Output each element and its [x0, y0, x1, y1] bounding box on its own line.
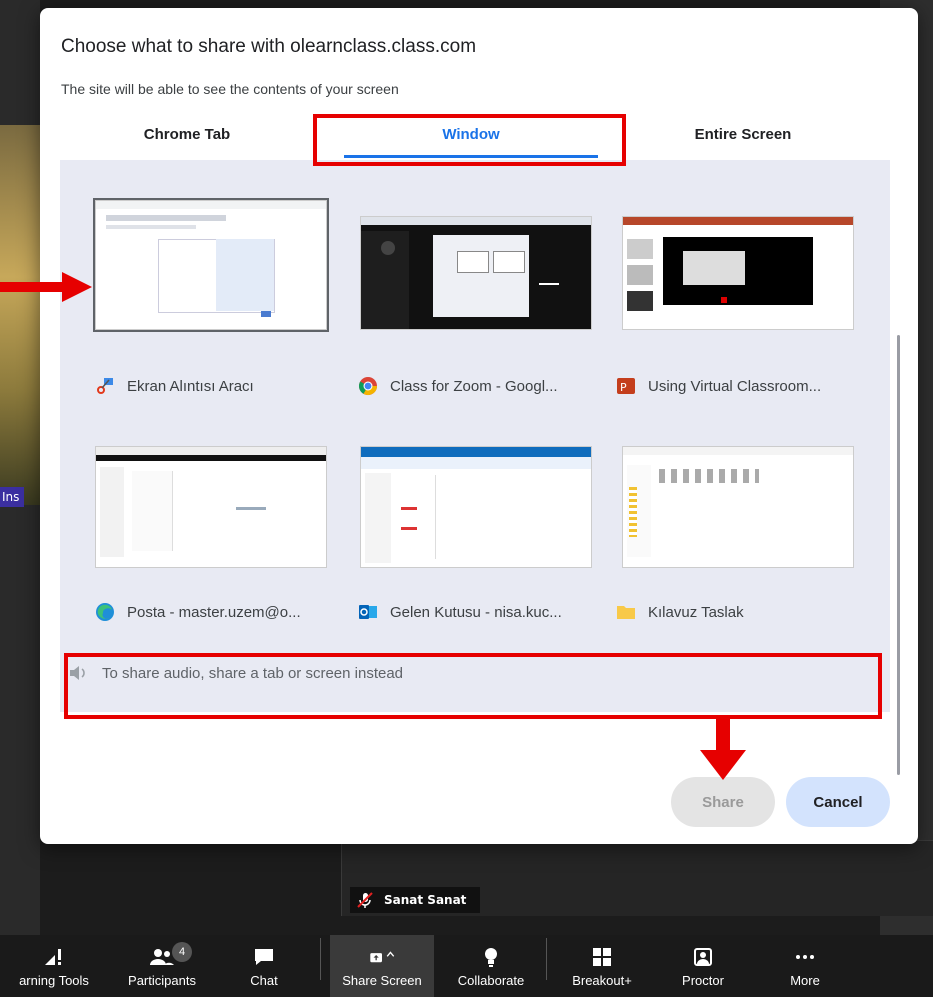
- proctor-button[interactable]: Proctor: [668, 935, 738, 997]
- window-thumbnail-edge[interactable]: [95, 446, 327, 568]
- share-screen-icon: [369, 945, 395, 969]
- annotation-arrow-right: [0, 272, 92, 302]
- learning-tools-button[interactable]: arning Tools: [0, 935, 108, 997]
- chat-label: Chat: [250, 973, 278, 988]
- window-thumbnail-outlook[interactable]: [360, 446, 592, 568]
- participant-name-tag: Sanat Sanat: [350, 887, 480, 913]
- participant-name: Sanat Sanat: [384, 893, 467, 907]
- chat-icon: [251, 945, 277, 969]
- annotation-arrow-down: [700, 718, 746, 780]
- more-label: More: [790, 973, 820, 988]
- toolbar-divider: [320, 938, 321, 980]
- window-label-chrome[interactable]: Class for Zoom - Googl...: [358, 376, 558, 396]
- cancel-button[interactable]: Cancel: [786, 777, 890, 827]
- muted-mic-icon: [357, 892, 373, 908]
- powerpoint-icon: P: [616, 376, 636, 396]
- chat-button[interactable]: Chat: [232, 935, 296, 997]
- collaborate-label: Collaborate: [457, 973, 525, 988]
- dialog-subtitle: The site will be able to see the content…: [61, 81, 399, 97]
- participants-icon: [149, 945, 175, 969]
- window-thumbnail-chrome[interactable]: [360, 216, 592, 330]
- chrome-icon: [358, 376, 378, 396]
- more-icon: [792, 945, 818, 969]
- learning-tools-icon: [41, 945, 67, 969]
- toolbar-divider: [546, 938, 547, 980]
- window-title: Ekran Alıntısı Aracı: [127, 377, 254, 395]
- snipping-tool-icon: [95, 376, 115, 396]
- more-button[interactable]: More: [776, 935, 834, 997]
- participants-count-badge: 4: [172, 942, 192, 962]
- window-list-panel: Ekran Alıntısı Aracı Class for Zoom - Go…: [60, 160, 900, 775]
- window-title: Posta - master.uzem@o...: [127, 603, 301, 621]
- share-screen-button[interactable]: Share Screen: [330, 935, 434, 997]
- window-title: Class for Zoom - Googl...: [390, 377, 558, 395]
- window-title: Using Virtual Classroom...: [648, 377, 822, 395]
- tab-entire-screen[interactable]: Entire Screen: [658, 126, 828, 143]
- window-label-outlook[interactable]: Gelen Kutusu - nisa.kuc...: [358, 602, 562, 622]
- folder-icon: [616, 602, 636, 622]
- window-label-folder[interactable]: Kılavuz Taslak: [616, 602, 744, 622]
- window-label-edge[interactable]: Posta - master.uzem@o...: [95, 602, 301, 622]
- svg-text:P: P: [620, 381, 627, 394]
- dialog-title: Choose what to share with olearnclass.cl…: [61, 36, 477, 57]
- window-label-powerpoint[interactable]: P Using Virtual Classroom...: [616, 376, 821, 396]
- collaborate-button[interactable]: Collaborate: [444, 935, 538, 997]
- tab-chrome-tab[interactable]: Chrome Tab: [102, 126, 272, 143]
- participants-button[interactable]: Participants 4: [112, 935, 212, 997]
- annotation-box-audio-note: [64, 653, 882, 719]
- breakout-label: Breakout+: [572, 973, 632, 988]
- left-camera-feed: [0, 125, 40, 505]
- breakout-icon: [589, 945, 615, 969]
- meeting-toolbar: arning Tools Participants 4 Chat Share S…: [0, 935, 933, 997]
- participants-label: Participants: [128, 973, 196, 988]
- scrollbar[interactable]: [897, 335, 900, 775]
- share-button[interactable]: Share: [671, 777, 775, 827]
- lightbulb-icon: [478, 945, 504, 969]
- window-thumbnail-powerpoint[interactable]: [622, 216, 854, 330]
- breakout-button[interactable]: Breakout+: [558, 935, 646, 997]
- window-thumbnail-snipping-tool[interactable]: [95, 200, 327, 330]
- share-screen-label: Share Screen: [342, 973, 422, 988]
- left-tile-name: Ins: [0, 487, 24, 507]
- left-video-area: Ins: [0, 0, 40, 935]
- learning-tools-label: arning Tools: [19, 973, 89, 988]
- outlook-icon: [358, 602, 378, 622]
- proctor-label: Proctor: [682, 973, 724, 988]
- proctor-icon: [690, 945, 716, 969]
- window-thumbnail-file-explorer[interactable]: [622, 446, 854, 568]
- edge-icon: [95, 602, 115, 622]
- window-title: Gelen Kutusu - nisa.kuc...: [390, 603, 562, 621]
- window-label-snipping-tool[interactable]: Ekran Alıntısı Aracı: [95, 376, 254, 396]
- annotation-box-window-tab: [313, 114, 626, 166]
- window-title: Kılavuz Taslak: [648, 603, 744, 621]
